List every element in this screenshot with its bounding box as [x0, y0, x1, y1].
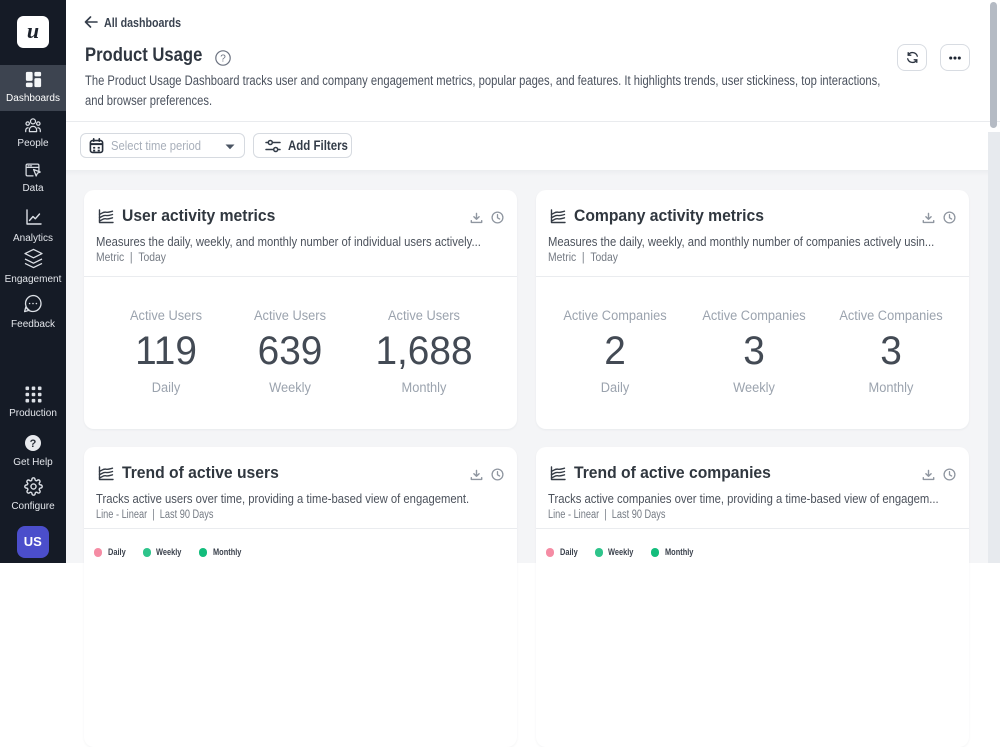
svg-text:?: ?: [220, 54, 226, 65]
svg-text:?: ?: [30, 438, 37, 450]
